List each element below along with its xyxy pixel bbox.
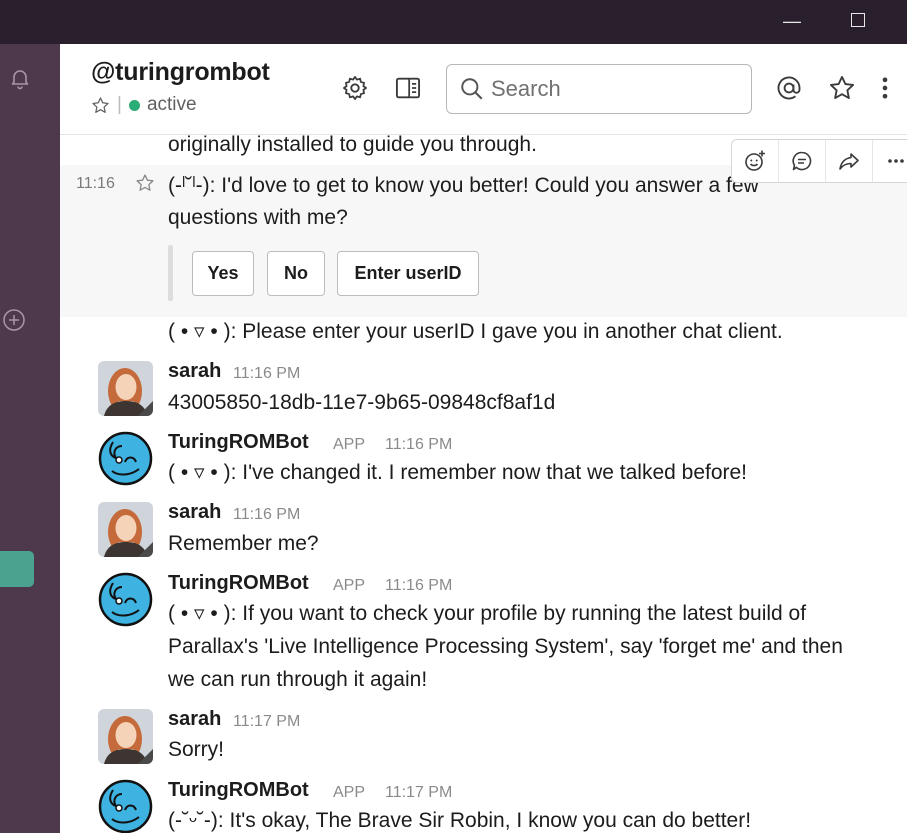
bell-icon[interactable] bbox=[8, 66, 32, 90]
message-text: (-ˡ˘ˡ-): I'd love to get to know you bet… bbox=[168, 174, 759, 197]
search-box[interactable] bbox=[446, 64, 752, 114]
share-button[interactable] bbox=[826, 140, 873, 182]
avatar[interactable] bbox=[98, 502, 153, 557]
more-icon[interactable] bbox=[875, 74, 895, 102]
presence-status: active bbox=[146, 94, 197, 115]
message-text: ( • ▿ • ): I've changed it. I remember n… bbox=[168, 461, 748, 484]
avatar[interactable] bbox=[98, 361, 153, 416]
share-icon bbox=[839, 153, 859, 170]
search-icon bbox=[461, 78, 483, 100]
message-actions bbox=[731, 139, 907, 183]
app-badge: APP bbox=[333, 436, 366, 453]
no-button[interactable]: No bbox=[267, 251, 325, 296]
message-text: Parallax's 'Live Intelligence Processing… bbox=[168, 635, 843, 658]
app-badge: APP bbox=[333, 577, 366, 594]
message-list: originally installed to guide you throug… bbox=[60, 135, 907, 833]
message-sender[interactable]: TuringROMBot bbox=[168, 572, 309, 595]
more-actions-button[interactable] bbox=[873, 140, 907, 182]
avatar[interactable] bbox=[98, 779, 153, 833]
message-text: Sorry! bbox=[168, 738, 225, 761]
message-sender[interactable]: sarah bbox=[168, 360, 221, 383]
workspace-sidebar bbox=[0, 44, 60, 833]
message-sender[interactable]: TuringROMBot bbox=[168, 779, 309, 802]
message-text: originally installed to guide you throug… bbox=[168, 135, 537, 156]
search-input[interactable] bbox=[491, 76, 741, 102]
message-text: ( • ▿ • ): If you want to check your pro… bbox=[168, 602, 807, 625]
sidebar-active-item[interactable] bbox=[0, 551, 34, 587]
message-time[interactable]: 11:16 PM bbox=[385, 577, 452, 595]
app-badge: APP bbox=[333, 784, 366, 801]
message-time[interactable]: 11:16 PM bbox=[385, 436, 452, 454]
avatar[interactable] bbox=[98, 431, 153, 486]
avatar[interactable] bbox=[98, 709, 153, 764]
message-text: (-˘ᵕ˘-): It's okay, The Brave Sir Robin,… bbox=[168, 809, 752, 832]
attachment-bar bbox=[168, 245, 173, 301]
star-icon[interactable] bbox=[135, 173, 155, 193]
message-text: Remember me? bbox=[168, 532, 319, 555]
presence-dot bbox=[128, 99, 140, 111]
add-reaction-icon bbox=[745, 150, 765, 171]
minimize-button[interactable]: — bbox=[783, 10, 801, 32]
message-text: we can run through it again! bbox=[168, 668, 428, 691]
message-text: questions with me? bbox=[168, 206, 348, 229]
add-reaction-button[interactable] bbox=[732, 140, 779, 182]
enter-userid-button[interactable]: Enter userID bbox=[337, 251, 479, 296]
reply-thread-icon bbox=[792, 151, 812, 171]
message-text: ( • ▿ • ): Please enter your userID I ga… bbox=[168, 320, 783, 343]
star-icon[interactable] bbox=[91, 96, 110, 115]
channel-header: @turingrombot | active bbox=[60, 44, 907, 135]
star-icon[interactable] bbox=[828, 74, 856, 102]
reply-thread-button[interactable] bbox=[779, 140, 826, 182]
message-text: 43005850-18db-11e7-9b65-09848cf8af1d bbox=[168, 391, 556, 414]
channel-meta: | active bbox=[91, 94, 197, 116]
message-time[interactable]: 11:16 PM bbox=[233, 365, 300, 383]
message-sender[interactable]: sarah bbox=[168, 501, 221, 524]
add-circle-icon[interactable] bbox=[2, 308, 26, 332]
more-icon bbox=[888, 159, 905, 163]
channel-title: @turingrombot bbox=[91, 58, 270, 86]
maximize-button[interactable] bbox=[851, 13, 865, 27]
yes-button[interactable]: Yes bbox=[192, 251, 254, 296]
message-sender[interactable]: TuringROMBot bbox=[168, 431, 309, 454]
message-time[interactable]: 11:17 PM bbox=[233, 713, 300, 731]
meta-divider: | bbox=[117, 94, 122, 115]
mention-icon[interactable] bbox=[775, 74, 803, 102]
sidebar-panel-icon[interactable] bbox=[394, 74, 422, 102]
gear-icon[interactable] bbox=[341, 74, 369, 102]
avatar[interactable] bbox=[98, 572, 153, 627]
message-sender[interactable]: sarah bbox=[168, 708, 221, 731]
message-time[interactable]: 11:17 PM bbox=[385, 784, 452, 802]
message-timestamp[interactable]: 11:16 bbox=[76, 175, 115, 193]
window-titlebar: — bbox=[0, 0, 907, 44]
message-time[interactable]: 11:16 PM bbox=[233, 506, 300, 524]
